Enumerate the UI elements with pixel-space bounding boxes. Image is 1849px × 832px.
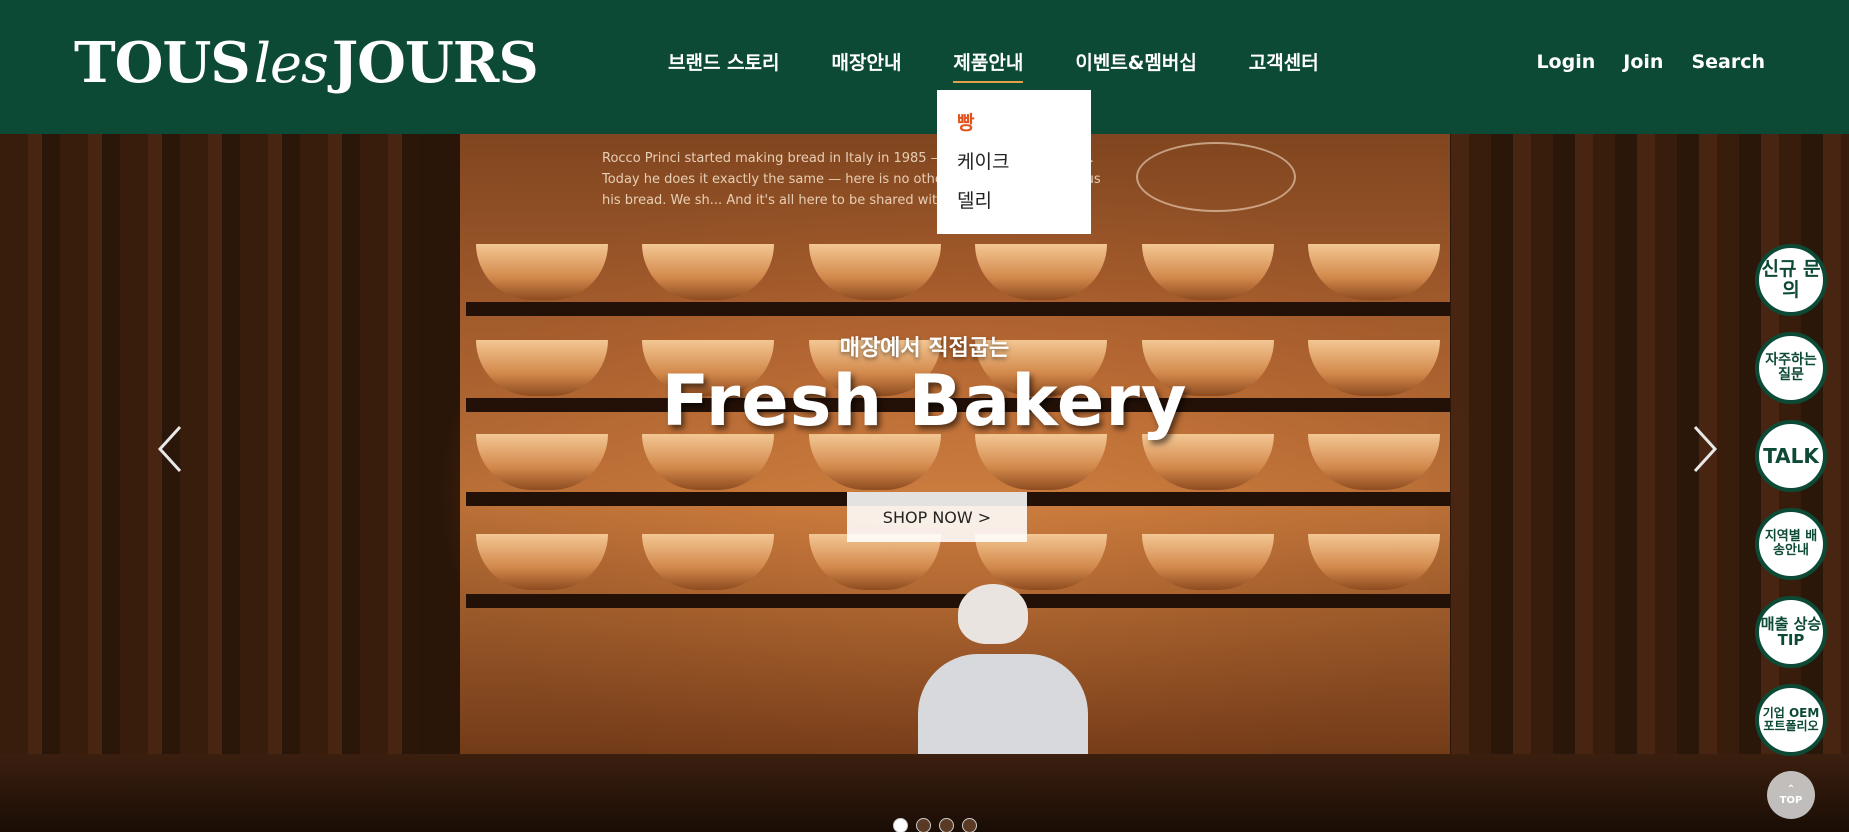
hero-title: Fresh Bakery xyxy=(661,360,1188,442)
dropdown-item-cake[interactable]: 케이크 xyxy=(957,147,1071,174)
nav-item-events-membership[interactable]: 이벤트&멤버십 xyxy=(1075,48,1196,75)
hero-banner: Rocco Princi started making bread in Ita… xyxy=(0,134,1849,832)
side-button-talk[interactable]: TALK xyxy=(1755,420,1827,492)
nav-item-customer-center[interactable]: 고객센터 xyxy=(1249,48,1319,75)
scroll-top-button[interactable]: ⌃ TOP xyxy=(1767,771,1815,819)
bread-basket xyxy=(808,534,941,590)
brand-logo[interactable]: TOUSlesJOURS xyxy=(74,30,539,96)
bread-basket xyxy=(975,434,1108,490)
side-button-sales-tip[interactable]: 매출 상승 TIP xyxy=(1755,596,1827,668)
bread-basket xyxy=(1141,244,1274,300)
hero-subtitle: 매장에서 직접굽는 xyxy=(839,336,1010,361)
top-label: TOP xyxy=(1779,795,1803,806)
basket-row-1 xyxy=(476,244,1440,300)
basket-row-3 xyxy=(476,434,1440,490)
side-button-oem-portfolio[interactable]: 기업 OEM 포트폴리오 xyxy=(1755,684,1827,756)
bread-basket xyxy=(1307,534,1440,590)
logo-text-tous: TOUS xyxy=(74,30,251,96)
products-dropdown: 빵 케이크 델리 xyxy=(937,90,1091,234)
shop-now-button[interactable]: SHOP NOW > xyxy=(847,492,1027,542)
bread-basket xyxy=(975,534,1108,590)
logo-text-les: les xyxy=(253,32,329,95)
nav-item-products[interactable]: 제품안내 xyxy=(953,48,1023,83)
slide-pagination xyxy=(893,818,977,832)
nav-item-stores[interactable]: 매장안내 xyxy=(832,48,902,75)
bread-basket xyxy=(808,244,941,300)
bread-basket xyxy=(642,434,775,490)
bread-basket xyxy=(476,534,608,590)
bread-basket xyxy=(808,434,941,490)
slide-dot[interactable] xyxy=(962,818,977,832)
side-button-delivery-info[interactable]: 지역별 배송안내 xyxy=(1755,508,1827,580)
search-link[interactable]: Search xyxy=(1691,51,1765,73)
logo-text-jours: JOURS xyxy=(331,30,539,96)
join-link[interactable]: Join xyxy=(1623,51,1663,73)
chevron-right-icon xyxy=(1693,425,1718,473)
hero-wall-left xyxy=(0,134,420,832)
basket-row-4 xyxy=(476,534,1440,590)
slide-dot[interactable] xyxy=(939,818,954,832)
chevron-left-icon xyxy=(157,425,182,473)
site-header: TOUSlesJOURS 브랜드 스토리 매장안내 제품안내 이벤트&멤버십 고… xyxy=(0,0,1849,134)
utility-links: Login Join Search xyxy=(1536,51,1765,73)
bread-basket xyxy=(1307,244,1440,300)
side-quick-menu: 신규 문의 자주하는 질문 TALK 지역별 배송안내 매출 상승 TIP 기업… xyxy=(1755,244,1827,772)
princi-sign xyxy=(1136,142,1296,212)
prev-slide-arrow[interactable] xyxy=(150,419,190,479)
main-nav: 브랜드 스토리 매장안내 제품안내 이벤트&멤버십 고객센터 xyxy=(668,48,1371,83)
login-link[interactable]: Login xyxy=(1536,51,1595,73)
slide-dot[interactable] xyxy=(893,818,908,832)
bread-basket xyxy=(476,244,608,300)
bread-basket xyxy=(975,244,1108,300)
bread-basket xyxy=(1141,534,1274,590)
side-button-faq[interactable]: 자주하는 질문 xyxy=(1755,332,1827,404)
bread-basket xyxy=(642,244,775,300)
next-slide-arrow[interactable] xyxy=(1685,419,1725,479)
bread-basket xyxy=(642,534,775,590)
side-button-new-inquiry[interactable]: 신규 문의 xyxy=(1755,244,1827,316)
dropdown-item-deli[interactable]: 델리 xyxy=(957,186,1071,213)
shelf xyxy=(466,302,1450,316)
dropdown-item-bread[interactable]: 빵 xyxy=(957,108,1071,135)
slide-dot[interactable] xyxy=(916,818,931,832)
chevron-up-icon: ⌃ xyxy=(1786,784,1796,795)
bread-basket xyxy=(1141,434,1274,490)
bread-basket xyxy=(1307,434,1440,490)
bread-basket xyxy=(476,434,608,490)
nav-item-brand-story[interactable]: 브랜드 스토리 xyxy=(668,48,780,75)
baker-hat xyxy=(958,584,1028,644)
